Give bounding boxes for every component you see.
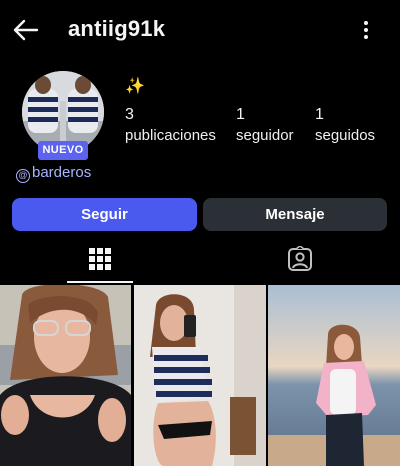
more-vertical-icon[interactable] [356,18,376,42]
stat-following-value: 1 [315,106,324,123]
stat-posts-label: publicaciones [125,127,216,144]
threads-handle-link[interactable]: @ barderos [16,164,91,183]
stat-following-label: seguidos [315,127,376,144]
stat-followers[interactable]: 1 seguidor [236,106,294,146]
profile-username: antiig91k [68,16,166,41]
threads-icon: @ [16,169,30,183]
tagged-person-icon [288,246,312,271]
post-thumbnail-2[interactable] [134,285,266,466]
stat-following[interactable]: 1 seguidos [315,106,375,146]
new-badge: NUEVO [38,141,88,160]
message-button[interactable]: Mensaje [203,198,387,231]
stat-followers-label: seguidor [236,127,294,144]
tab-tagged[interactable] [200,237,400,283]
follow-button[interactable]: Seguir [12,198,197,231]
top-bar: antiig91k [0,0,400,60]
active-tab-indicator [67,281,133,283]
profile-tabs [0,237,400,283]
post-thumbnail-3[interactable] [268,285,400,466]
stat-posts[interactable]: 3 publicaciones [125,106,216,146]
sparkle-emoji: ✨ [125,78,145,95]
threads-handle: barderos [32,164,92,181]
stat-posts-value: 3 [125,106,134,123]
tab-posts-grid[interactable] [0,237,200,283]
stat-followers-value: 1 [236,106,245,123]
grid-icon [89,248,111,270]
post-thumbnail-1[interactable] [0,285,131,466]
arrow-left-icon[interactable] [12,16,40,44]
posts-grid [0,285,400,466]
